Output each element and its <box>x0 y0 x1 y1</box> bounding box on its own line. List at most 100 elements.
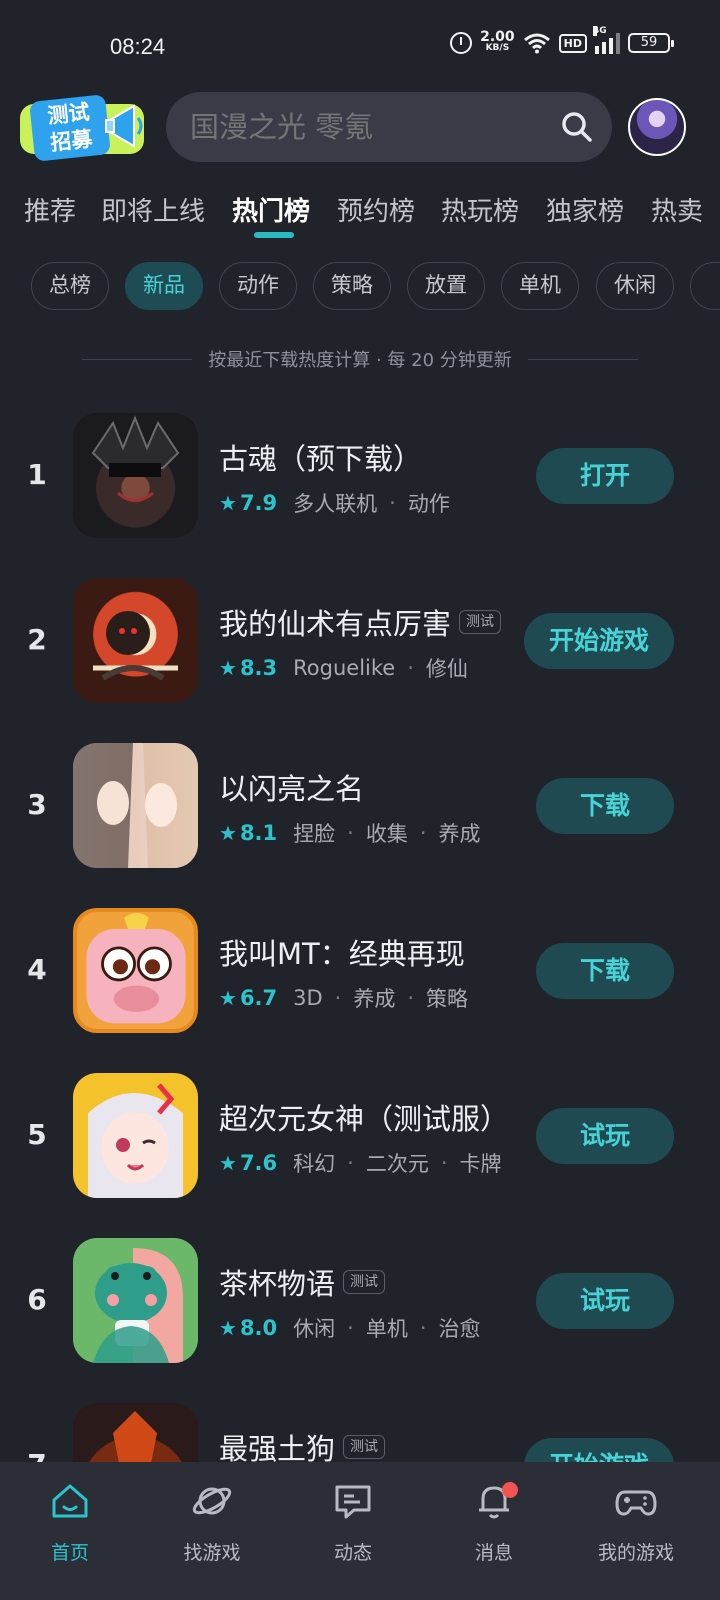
try-button[interactable]: 试玩 <box>536 1108 674 1164</box>
game-score: 8.1 <box>239 821 278 845</box>
star-icon: ★ <box>219 1316 237 1340</box>
rank-hint-text: 按最近下载热度计算 · 每 20 分钟更新 <box>208 350 512 371</box>
game-name: 我的仙术有点厉害 测试 <box>219 601 502 643</box>
nav-label: 我的游戏 <box>597 1542 674 1564</box>
game-icon <box>73 1073 198 1198</box>
list-item[interactable]: 1 古魂（预下载） ★ 7.9 多人联机 · 动作 打开 <box>0 410 720 542</box>
star-icon: ★ <box>219 986 237 1010</box>
list-item[interactable]: 2 我的仙术有点厉害 测试 ★ 8.3 Roguelike · 修仙 开始游戏 <box>0 575 720 707</box>
game-category: 养成 <box>353 987 396 1011</box>
net-speed: 2.00 KB/S <box>480 30 515 54</box>
game-name: 古魂（预下载） <box>219 436 422 478</box>
test-recruit-banner[interactable]: 测试 招募 <box>20 94 148 162</box>
chip-strategy[interactable]: 策略 <box>313 262 391 310</box>
game-score: 6.7 <box>239 986 278 1010</box>
nav-messages[interactable]: 消息 <box>444 1480 544 1580</box>
download-button[interactable]: 下载 <box>536 943 674 999</box>
game-category: 单机 <box>365 1317 408 1341</box>
signal-icon: 4G <box>593 26 620 54</box>
game-category: 动作 <box>407 492 450 516</box>
chip-casual[interactable]: 休闲 <box>596 262 674 310</box>
game-icon <box>73 1238 198 1363</box>
test-tag: 测试 <box>343 1435 386 1459</box>
download-button[interactable]: 下载 <box>536 778 674 834</box>
network-type: 4G <box>593 26 607 36</box>
nav-label: 消息 <box>474 1542 513 1564</box>
game-category: 养成 <box>438 822 481 846</box>
tab-exclusive-rank[interactable]: 独家榜 <box>546 190 624 240</box>
game-icon <box>73 908 198 1033</box>
game-meta: ★ 8.0 休闲 · 单机 · 治愈 <box>219 1313 481 1343</box>
game-title: 我叫MT：经典再现 <box>219 937 465 971</box>
start-game-button[interactable]: 开始游戏 <box>524 613 674 669</box>
search-bar[interactable] <box>166 92 612 162</box>
chip-action[interactable]: 动作 <box>219 262 297 310</box>
rank-number: 4 <box>27 953 47 986</box>
chip-idle[interactable]: 放置 <box>407 262 485 310</box>
game-category: 科幻 <box>293 1152 336 1176</box>
tab-hotplay-rank[interactable]: 热玩榜 <box>441 190 519 240</box>
avatar[interactable] <box>628 98 686 156</box>
search-input[interactable] <box>190 92 550 162</box>
tab-recommend[interactable]: 推荐 <box>24 190 76 240</box>
rank-hint: 按最近下载热度计算 · 每 20 分钟更新 <box>0 344 720 374</box>
game-title: 以闪亮之名 <box>219 772 365 806</box>
list-item[interactable]: 6 茶杯物语 测试 ★ 8.0 休闲 · 单机 · 治愈 试玩 <box>0 1235 720 1367</box>
game-score: 8.0 <box>239 1316 278 1340</box>
battery-icon: 59 <box>628 33 674 53</box>
game-meta: ★ 7.6 科幻 · 二次元 · 卡牌 <box>219 1148 502 1178</box>
list-item[interactable]: 4 我叫MT：经典再现 ★ 6.7 3D · 养成 · 策略 下载 <box>0 905 720 1037</box>
game-score: 7.6 <box>239 1151 278 1175</box>
planet-icon <box>192 1487 232 1515</box>
game-name: 我叫MT：经典再现 <box>219 931 465 973</box>
list-item[interactable]: 5 超次元女神（测试服） ★ 7.6 科幻 · 二次元 · 卡牌 试玩 <box>0 1070 720 1202</box>
game-title: 古魂（预下载） <box>219 442 423 476</box>
nav-home[interactable]: 首页 <box>20 1480 120 1580</box>
chat-icon <box>335 1485 371 1519</box>
tab-reserve-rank[interactable]: 预约榜 <box>337 190 415 240</box>
chip-single[interactable]: 单机 <box>501 262 579 310</box>
chip-more[interactable] <box>690 262 720 310</box>
tab-bestseller[interactable]: 热卖 <box>651 190 703 240</box>
open-button[interactable]: 打开 <box>536 448 674 504</box>
game-score: 8.3 <box>239 656 278 680</box>
notification-dot <box>502 1482 518 1498</box>
tab-upcoming[interactable]: 即将上线 <box>101 190 205 240</box>
status-time: 08:24 <box>110 34 166 59</box>
game-meta: ★ 8.1 捏脸 · 收集 · 养成 <box>219 818 481 848</box>
category-chips: 总榜 新品 动作 策略 放置 单机 休闲 <box>0 262 720 310</box>
game-category: 治愈 <box>438 1317 481 1341</box>
game-category: Roguelike <box>293 656 396 680</box>
nav-label: 动态 <box>333 1542 372 1564</box>
star-icon: ★ <box>219 821 237 845</box>
search-icon[interactable] <box>560 110 594 144</box>
test-tag: 测试 <box>459 610 502 634</box>
game-icon <box>73 413 198 538</box>
game-title: 最强土狗 <box>219 1432 336 1466</box>
star-icon: ★ <box>219 1151 237 1175</box>
star-icon: ★ <box>219 656 237 680</box>
game-title: 超次元女神（测试服） <box>219 1102 510 1136</box>
game-name: 超次元女神（测试服） <box>219 1096 509 1138</box>
try-button[interactable]: 试玩 <box>536 1273 674 1329</box>
gamepad-icon <box>615 1490 657 1516</box>
game-title: 茶杯物语 <box>219 1267 336 1301</box>
rank-number: 5 <box>27 1118 47 1151</box>
game-category: 卡牌 <box>459 1152 502 1176</box>
game-category: 修仙 <box>425 657 468 681</box>
game-name: 茶杯物语 测试 <box>219 1261 386 1303</box>
list-item[interactable]: 3 以闪亮之名 ★ 8.1 捏脸 · 收集 · 养成 下载 <box>0 740 720 872</box>
nav-feed[interactable]: 动态 <box>303 1480 403 1580</box>
chip-new[interactable]: 新品 <box>125 262 203 310</box>
game-meta: ★ 8.3 Roguelike · 修仙 <box>219 653 468 683</box>
alarm-icon <box>450 32 473 54</box>
game-category: 策略 <box>426 987 469 1011</box>
game-category: 多人联机 <box>293 492 378 516</box>
nav-my-games[interactable]: 我的游戏 <box>586 1480 686 1580</box>
game-name: 以闪亮之名 <box>219 766 364 808</box>
game-category: 3D <box>293 986 323 1010</box>
nav-find-games[interactable]: 找游戏 <box>162 1480 262 1580</box>
chip-all[interactable]: 总榜 <box>31 262 109 310</box>
wifi-icon <box>523 33 550 54</box>
status-icons: 2.00 KB/S HD 4G 59 <box>450 26 674 54</box>
